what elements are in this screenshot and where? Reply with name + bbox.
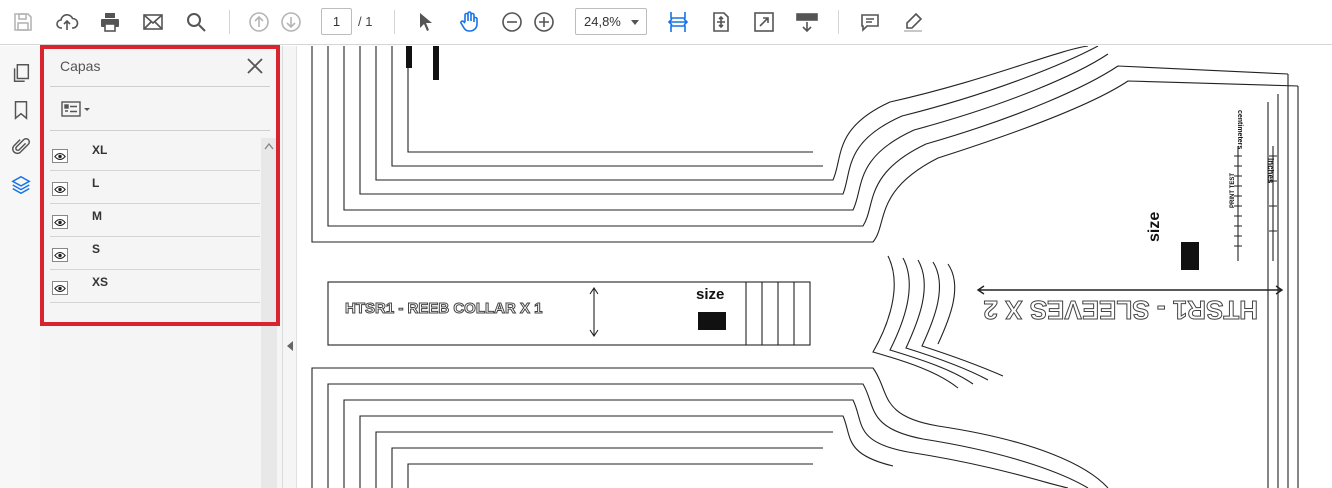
layer-name: M: [92, 209, 102, 223]
eye-icon[interactable]: [52, 248, 68, 262]
layer-options-button[interactable]: [60, 98, 94, 120]
panel-divider: [50, 130, 270, 131]
search-icon[interactable]: [182, 8, 210, 36]
collar-label: HTSR1 - REEB COLLAR X 1: [345, 300, 544, 318]
eye-icon[interactable]: [52, 281, 68, 295]
toolbar-divider: [838, 10, 839, 34]
layer-row-m[interactable]: M: [50, 204, 260, 237]
collar-size-label: size: [696, 286, 725, 303]
comment-icon[interactable]: [856, 8, 884, 36]
main-toolbar: 1 / 1 24,8%: [0, 0, 1332, 45]
layer-name: L: [92, 176, 100, 190]
close-icon[interactable]: [245, 56, 265, 76]
email-icon[interactable]: [139, 8, 167, 36]
page-total-label: / 1: [358, 14, 373, 29]
layer-list-scrollbar[interactable]: [261, 138, 277, 488]
ruler-centimeters-label: centimeters: [1236, 110, 1243, 150]
sleeves-label: HTSR1 - SLEEVES X 2: [983, 295, 1259, 326]
eye-icon[interactable]: [52, 215, 68, 229]
layer-row-xs[interactable]: XS: [50, 270, 260, 303]
save-icon[interactable]: [9, 8, 37, 36]
eye-icon[interactable]: [52, 182, 68, 196]
page-number-input[interactable]: 1: [321, 8, 352, 35]
layer-row-s[interactable]: S: [50, 237, 260, 270]
highlight-pen-icon[interactable]: [899, 8, 927, 36]
zoom-in-icon[interactable]: [530, 8, 558, 36]
panel-title: Capas: [60, 58, 101, 74]
full-screen-icon[interactable]: [750, 8, 778, 36]
layer-list: XL L M S XS: [50, 138, 260, 303]
toolbar-divider: [229, 10, 230, 34]
page-thumbnails-icon[interactable]: [8, 60, 34, 86]
print-icon[interactable]: [96, 8, 124, 36]
chevron-down-icon: [631, 20, 639, 25]
layer-name: XS: [92, 275, 109, 289]
toolbar-divider: [394, 10, 395, 34]
select-cursor-icon[interactable]: [412, 8, 440, 36]
zoom-value: 24,8%: [584, 14, 621, 29]
layers-icon[interactable]: [8, 172, 34, 198]
panel-divider: [50, 86, 270, 87]
attachment-icon[interactable]: [8, 134, 34, 160]
hand-tool-icon[interactable]: [455, 8, 483, 36]
print-test-label: PRINT TEST: [1230, 172, 1236, 208]
collapse-arrow-icon[interactable]: [287, 341, 293, 351]
layer-name: XL: [92, 143, 108, 157]
eye-icon[interactable]: [52, 149, 68, 163]
fit-width-icon[interactable]: [664, 8, 692, 36]
sewing-pattern-drawing: [311, 46, 1299, 488]
layer-row-xl[interactable]: XL: [50, 138, 260, 171]
document-canvas[interactable]: HTSR1 - REEB COLLAR X 1 size HTSR1 - SLE…: [298, 46, 1332, 488]
next-page-icon[interactable]: [277, 8, 305, 36]
zoom-dropdown[interactable]: 24,8%: [575, 8, 647, 35]
zoom-out-icon[interactable]: [498, 8, 526, 36]
cloud-upload-icon[interactable]: [53, 8, 81, 36]
layers-panel: Capas XL L M S XS: [40, 46, 283, 488]
bookmark-icon[interactable]: [8, 97, 34, 123]
layer-row-l[interactable]: L: [50, 171, 260, 204]
layer-name: S: [92, 242, 101, 256]
ruler-inches-label: inches: [1266, 158, 1275, 184]
fit-page-icon[interactable]: [707, 8, 735, 36]
options-menu-icon: [61, 101, 90, 117]
navigation-rail: [0, 46, 40, 488]
panel-splitter[interactable]: [283, 46, 297, 488]
previous-page-icon[interactable]: [245, 8, 273, 36]
sleeves-size-label: size: [1146, 211, 1163, 242]
chevron-up-icon[interactable]: [264, 142, 274, 150]
scroll-mode-icon[interactable]: [793, 8, 821, 36]
